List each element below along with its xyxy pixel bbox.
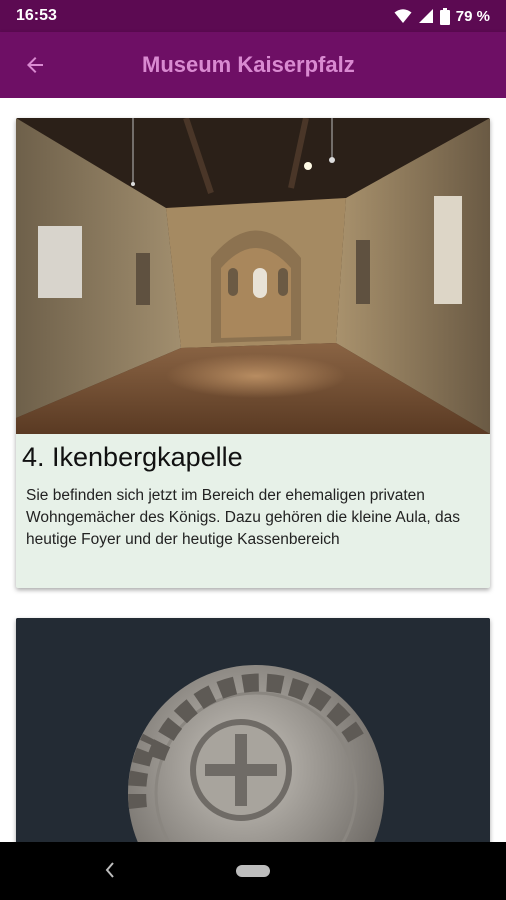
- wifi-icon: [394, 9, 412, 23]
- back-button[interactable]: [0, 32, 70, 98]
- station-title: 4. Ikenbergkapelle: [22, 442, 243, 472]
- chapel-interior-photo: [16, 118, 490, 434]
- coin-photo: [16, 618, 490, 842]
- signal-icon: [418, 9, 433, 23]
- station-list[interactable]: 4. Ikenbergkapelle Sie befinden sich jet…: [0, 98, 506, 842]
- status-time: 16:53: [16, 7, 57, 24]
- nav-home-button[interactable]: [236, 865, 270, 877]
- station-card[interactable]: 4. Ikenbergkapelle Sie befinden sich jet…: [16, 118, 490, 588]
- app-bar: Museum Kaiserpfalz: [0, 32, 506, 98]
- system-nav-bar: [0, 842, 506, 900]
- battery-icon: [439, 7, 450, 25]
- page-title: Museum Kaiserpfalz: [142, 52, 355, 77]
- status-bar: 16:53 79 %: [0, 0, 506, 32]
- station-description: Sie befinden sich jetzt im Bereich der e…: [26, 487, 460, 548]
- battery-level: 79 %: [455, 7, 490, 25]
- status-icons: 79 %: [394, 7, 490, 25]
- arrow-back-icon: [27, 57, 43, 73]
- nav-back-icon[interactable]: [104, 860, 116, 880]
- station-card[interactable]: [16, 618, 490, 842]
